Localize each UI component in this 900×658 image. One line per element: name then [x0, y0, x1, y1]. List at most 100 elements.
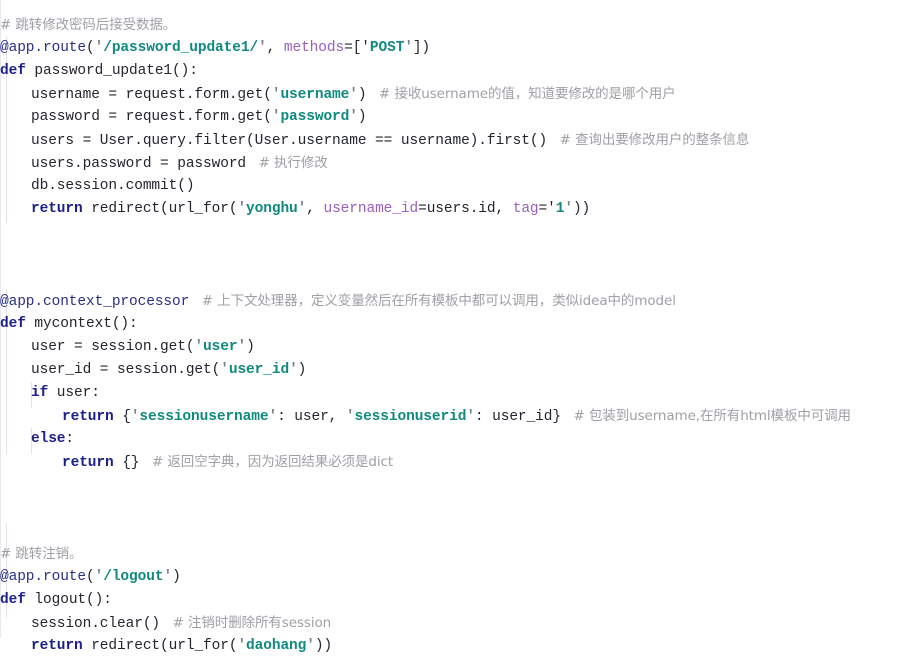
code-token-str: user	[203, 339, 238, 355]
code-token-punct: {}	[113, 455, 140, 471]
code-token-quote: '	[258, 40, 267, 56]
code-token-comment: # 执行修改	[246, 155, 328, 171]
code-token-plain: user = session.get(	[31, 339, 195, 355]
code-line-list: # 跳转修改密码后接受数据。 @app.route('/password_upda…	[0, 14, 900, 658]
code-token-plain: password = request.form.get(	[31, 109, 272, 125]
code-token-quote: '	[404, 40, 413, 56]
code-token-kw: def	[0, 316, 26, 332]
code-token-str: daohang	[246, 638, 307, 654]
code-token-punct: (	[86, 569, 95, 585]
code-line: def logout():	[0, 589, 900, 612]
code-token-quote: '	[289, 362, 298, 378]
code-token-str: password	[280, 109, 350, 125]
code-token-comment: # 查询出要修改用户的整条信息	[547, 132, 750, 148]
code-token-quote: '	[564, 201, 573, 217]
code-token-punct: ])	[412, 40, 431, 56]
code-token-punct: )	[172, 569, 181, 585]
code-token-kwarg: username_id	[323, 201, 419, 217]
code-token-quote: '	[237, 339, 247, 355]
code-token-quote: '	[466, 409, 475, 425]
code-token-punct: ='	[538, 201, 556, 217]
code-token-quote: '	[349, 87, 358, 103]
code-editor-surface: # 跳转修改密码后接受数据。 @app.route('/password_upda…	[0, 0, 900, 654]
code-line: # 跳转修改密码后接受数据。	[0, 14, 900, 37]
code-token-comment: # 注销时删除所有session	[160, 615, 332, 631]
code-line: @app.route('/logout')	[0, 566, 900, 589]
code-token-punct: ,	[306, 201, 324, 217]
code-token-plain: redirect(url_for(	[82, 201, 238, 217]
code-line: # 跳转注销。	[0, 543, 900, 566]
code-line: @app.route('/password_update1/', methods…	[0, 37, 900, 60]
code-token-kw: def	[0, 63, 26, 79]
code-token-deco: @app.route	[0, 569, 87, 585]
code-line: db.session.commit()	[0, 175, 900, 198]
code-token-punct: : user_id}	[474, 409, 561, 425]
code-token-kw: else	[31, 431, 66, 447]
code-line: user = session.get('user')	[0, 336, 900, 359]
code-token-kw: def	[0, 592, 26, 608]
code-token-quote: '	[94, 569, 104, 585]
code-token-punct: )	[297, 362, 307, 378]
code-line: def password_update1():	[0, 60, 900, 83]
code-token-quote: '	[237, 201, 247, 217]
code-token-plain: db.session.commit()	[31, 178, 195, 194]
code-token-plain: user_id = session.get(	[31, 362, 221, 378]
code-token-comment: # 接收username的值，知道要修改的是哪个用户	[366, 86, 676, 102]
code-token-punct: )	[357, 109, 367, 125]
code-line: users = User.query.filter(User.username …	[0, 129, 900, 152]
code-token-punct: )	[246, 339, 255, 355]
code-token-plain: :	[65, 431, 75, 447]
code-token-str: /logout	[103, 569, 164, 585]
code-line: @app.context_processor # 上下文处理器，定义变量然后在所…	[0, 290, 900, 313]
code-token-punct: =['	[344, 40, 370, 56]
code-token-str: /password_update1/	[103, 40, 259, 56]
code-token-deco: @app.route	[0, 40, 87, 56]
code-line: user_id = session.get('user_id')	[0, 359, 900, 382]
code-line: return redirect(url_for('yonghu', userna…	[0, 198, 900, 221]
code-line: if user:	[0, 382, 900, 405]
code-line: session.clear() # 注销时删除所有session	[0, 612, 900, 635]
code-token-comment: # 上下文处理器，定义变量然后在所有模板中都可以调用，类似idea中的model	[189, 293, 676, 309]
code-line: username = request.form.get('username') …	[0, 83, 900, 106]
code-token-comment: # 跳转注销。	[0, 546, 83, 562]
code-token-quote: '	[194, 339, 204, 355]
code-token-kwarg: tag	[512, 201, 539, 217]
code-token-comment: # 跳转修改密码后接受数据。	[0, 17, 177, 33]
code-token-plain: logout():	[25, 592, 112, 608]
code-token-kw: return	[62, 409, 114, 425]
code-token-deco: @app.context_processor	[0, 294, 190, 310]
code-line: return redirect(url_for('daohang'))	[0, 635, 900, 658]
code-token-plain: username = request.form.get(	[31, 87, 272, 103]
code-token-quote: '	[237, 638, 247, 654]
code-line: users.password = password # 执行修改	[0, 152, 900, 175]
code-token-punct: (	[86, 40, 95, 56]
code-token-quote: '	[349, 109, 358, 125]
code-token-kw: return	[62, 455, 114, 471]
code-token-str: yonghu	[246, 201, 298, 217]
code-token-plain: redirect(url_for(	[82, 638, 238, 654]
code-token-plain: session.clear()	[31, 616, 161, 632]
code-token-quote: '	[220, 362, 229, 378]
code-token-plain: password_update1():	[25, 63, 198, 79]
code-token-kw: if	[31, 385, 49, 401]
code-token-kw: return	[31, 638, 83, 654]
code-token-quote: '	[163, 569, 173, 585]
code-line: def mycontext():	[0, 313, 900, 336]
code-token-punct: {	[113, 409, 131, 425]
code-token-str: sessionusername	[139, 409, 269, 425]
code-token-plain: user:	[48, 385, 100, 401]
code-token-str: user_id	[228, 362, 290, 378]
code-token-plain: users.password = password	[31, 156, 247, 172]
code-token-punct: : user,	[277, 409, 346, 425]
code-token-comment: # 返回空字典，因为返回结果必须是dict	[139, 454, 394, 470]
code-token-kw: return	[31, 201, 83, 217]
code-token-plain: mycontext():	[25, 316, 138, 332]
code-line: else:	[0, 428, 900, 451]
code-token-punct: =users.id,	[418, 201, 513, 217]
